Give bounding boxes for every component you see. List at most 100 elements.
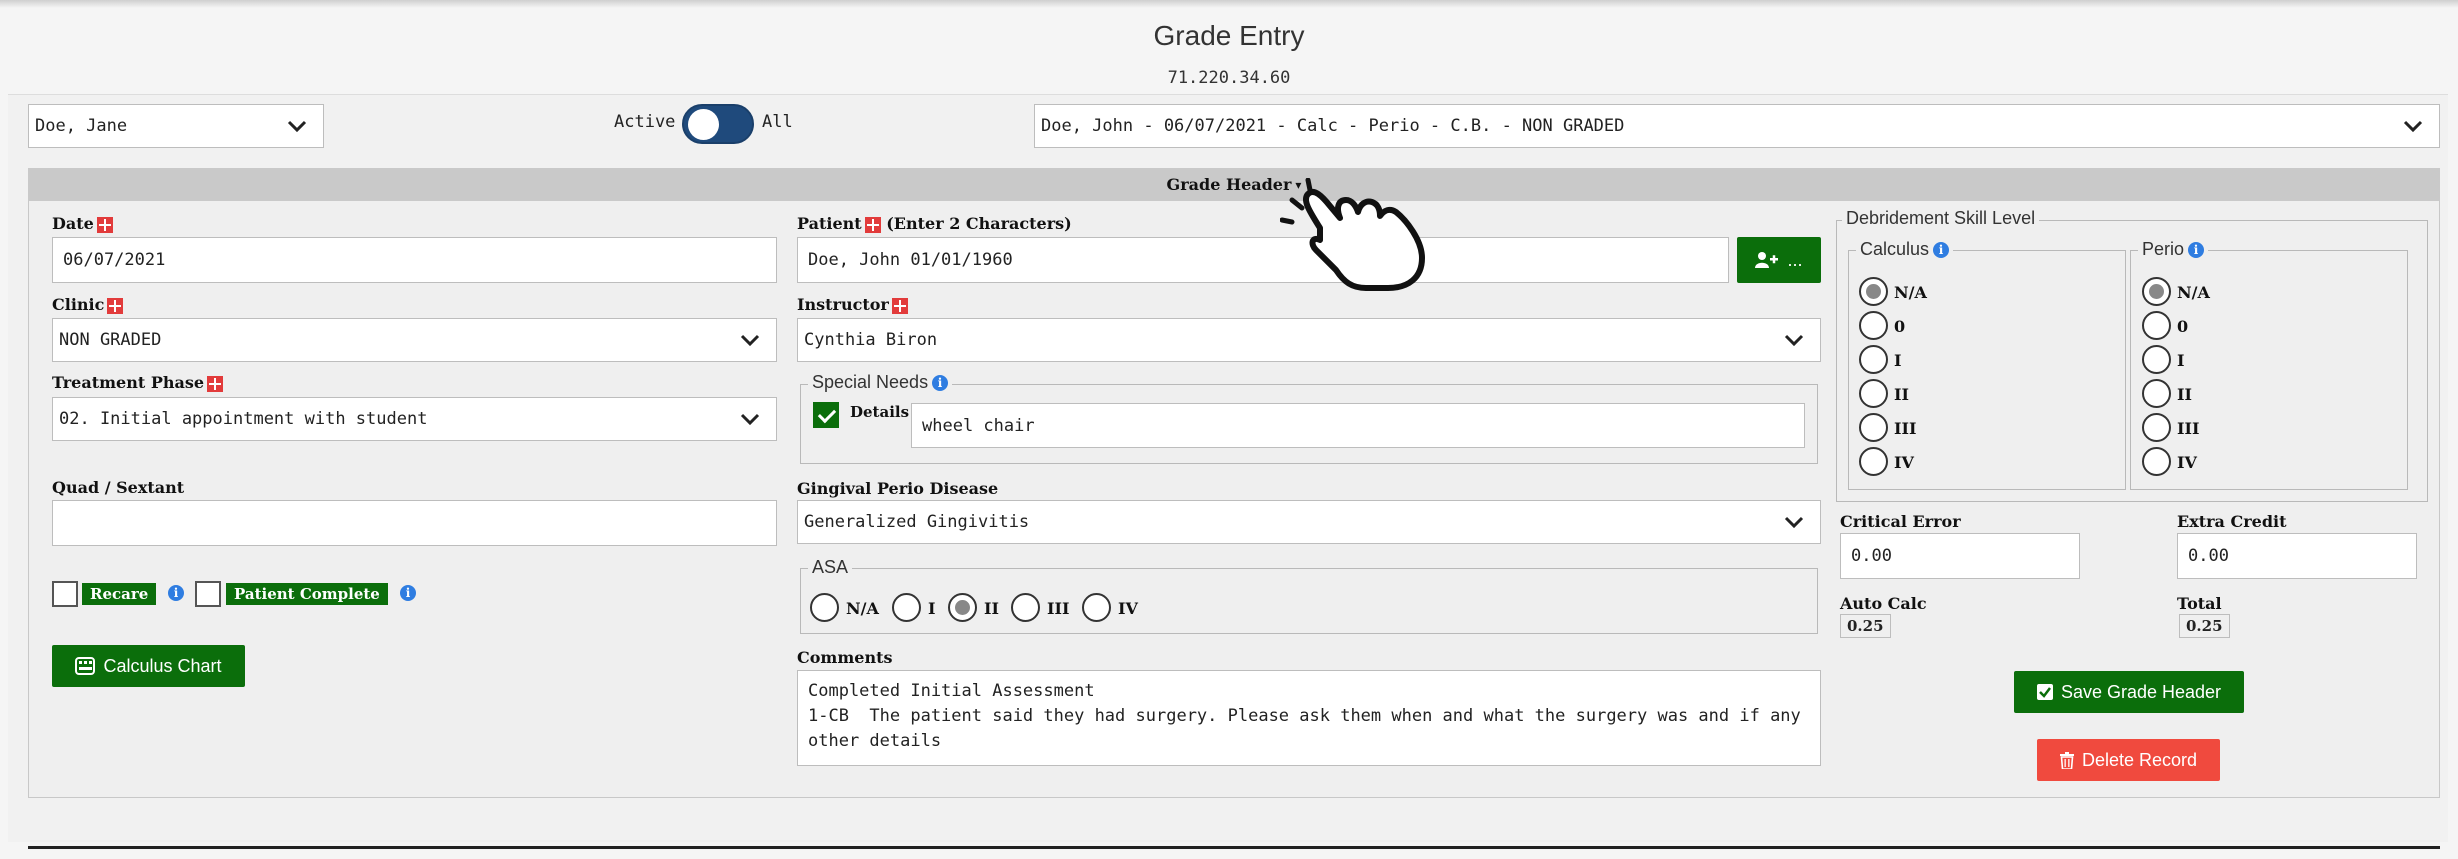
delete-record-button[interactable]: Delete Record bbox=[2037, 739, 2220, 781]
record-select[interactable]: Doe, John - 06/07/2021 - Calc - Perio - … bbox=[1034, 104, 2440, 148]
asa-label-iv: IV bbox=[1118, 599, 1138, 618]
details-checkbox[interactable] bbox=[813, 402, 839, 428]
comments-textarea[interactable] bbox=[797, 670, 1821, 766]
add-user-icon bbox=[1755, 252, 1779, 268]
required-icon bbox=[96, 216, 113, 233]
patient-input[interactable]: Doe, John 01/01/1960 bbox=[797, 237, 1729, 283]
recare-checkbox[interactable] bbox=[52, 581, 78, 607]
divider bbox=[28, 846, 2440, 849]
student-select-value: Doe, Jane bbox=[35, 116, 128, 136]
critical-error-label: Critical Error bbox=[1840, 512, 1961, 531]
save-grade-header-button[interactable]: Save Grade Header bbox=[2014, 671, 2244, 713]
perio-label-iii: III bbox=[2177, 419, 2200, 438]
perio-label-na: N/A bbox=[2177, 283, 2210, 302]
grade-header-title: Grade Header bbox=[1166, 175, 1292, 194]
asa-radio-ii[interactable] bbox=[948, 593, 977, 622]
perio-fieldset bbox=[2130, 250, 2408, 490]
toggle-knob bbox=[688, 109, 719, 140]
quad-sextant-label: Quad / Sextant bbox=[52, 478, 185, 497]
chevron-down-icon bbox=[1784, 334, 1804, 347]
treatment-phase-value: 02. Initial appointment with student bbox=[59, 409, 428, 429]
info-icon[interactable]: i bbox=[400, 585, 416, 601]
calculus-radio-i[interactable] bbox=[1859, 345, 1888, 374]
patient-label: Patient (Enter 2 Characters) bbox=[797, 214, 1072, 233]
calculus-label-iv: IV bbox=[1894, 453, 1914, 472]
info-icon[interactable]: i bbox=[932, 375, 949, 392]
calculus-radio-iv[interactable] bbox=[1859, 447, 1888, 476]
chevron-down-icon bbox=[1784, 516, 1804, 529]
required-icon bbox=[107, 297, 124, 314]
calculus-chart-button[interactable]: Calculus Chart bbox=[52, 645, 245, 687]
chevron-down-icon bbox=[2403, 120, 2423, 133]
calculus-radio-0[interactable] bbox=[1859, 311, 1888, 340]
save-grade-header-label: Save Grade Header bbox=[2060, 681, 2222, 702]
perio-radio-0[interactable] bbox=[2142, 311, 2171, 340]
auto-calc-value: 0.25 bbox=[1840, 614, 1891, 638]
calculus-legend: Calculus i bbox=[1856, 239, 1954, 260]
asa-label-i: I bbox=[928, 599, 936, 618]
total-value: 0.25 bbox=[2179, 614, 2230, 638]
gingival-select[interactable]: Generalized Gingivitis bbox=[797, 500, 1821, 544]
trash-icon bbox=[2059, 751, 2074, 769]
info-icon[interactable]: i bbox=[1933, 242, 1950, 259]
calculus-fieldset bbox=[1848, 250, 2126, 490]
toggle-active-label: Active bbox=[614, 112, 676, 132]
critical-error-input[interactable]: 0.00 bbox=[1840, 533, 2080, 579]
recare-label: Recare bbox=[82, 583, 157, 605]
asa-label-ii: II bbox=[984, 599, 999, 618]
calculus-chart-label: Calculus Chart bbox=[103, 655, 222, 676]
quad-sextant-input[interactable] bbox=[52, 500, 777, 546]
gingival-value: Generalized Gingivitis bbox=[804, 512, 1030, 532]
treatment-phase-select[interactable]: 02. Initial appointment with student bbox=[52, 397, 777, 441]
required-icon bbox=[864, 216, 881, 233]
perio-radio-iii[interactable] bbox=[2142, 413, 2171, 442]
calculus-radio-iii[interactable] bbox=[1859, 413, 1888, 442]
chevron-down-icon bbox=[740, 334, 760, 347]
asa-radio-iv[interactable] bbox=[1082, 593, 1111, 622]
perio-label-i: I bbox=[2177, 351, 2185, 370]
required-icon bbox=[207, 375, 224, 392]
info-icon[interactable]: i bbox=[168, 585, 184, 601]
special-needs-legend: Special Needs i bbox=[808, 372, 953, 393]
add-patient-button[interactable]: ... bbox=[1737, 237, 1821, 283]
page-title: Grade Entry bbox=[1153, 20, 1305, 51]
debridement-legend: Debridement Skill Level bbox=[1842, 208, 2040, 229]
gingival-label: Gingival Perio Disease bbox=[797, 479, 999, 498]
calculus-radio-ii[interactable] bbox=[1859, 379, 1888, 408]
hand-pointer-icon bbox=[1280, 178, 1425, 291]
required-icon bbox=[891, 297, 908, 314]
asa-radio-iii[interactable] bbox=[1011, 593, 1040, 622]
calculus-label-i: I bbox=[1894, 351, 1902, 370]
chevron-down-icon bbox=[740, 413, 760, 426]
perio-radio-iv[interactable] bbox=[2142, 447, 2171, 476]
asa-radio-i[interactable] bbox=[892, 593, 921, 622]
calculus-label-iii: III bbox=[1894, 419, 1917, 438]
extra-credit-input[interactable]: 0.00 bbox=[2177, 533, 2417, 579]
delete-record-label: Delete Record bbox=[2081, 749, 2198, 770]
date-input[interactable]: 06/07/2021 bbox=[52, 237, 777, 283]
comments-label: Comments bbox=[797, 648, 893, 667]
date-label: Date bbox=[52, 214, 113, 233]
active-all-toggle[interactable] bbox=[682, 104, 754, 144]
details-input[interactable]: wheel chair bbox=[911, 403, 1805, 448]
info-icon[interactable]: i bbox=[2188, 242, 2205, 259]
patient-complete-checkbox[interactable] bbox=[195, 581, 221, 607]
perio-label-ii: II bbox=[2177, 385, 2192, 404]
instructor-label: Instructor bbox=[797, 295, 908, 314]
perio-radio-i[interactable] bbox=[2142, 345, 2171, 374]
instructor-select[interactable]: Cynthia Biron bbox=[797, 318, 1821, 362]
details-label: Details bbox=[850, 403, 910, 421]
clinic-select[interactable]: NON GRADED bbox=[52, 318, 777, 362]
grade-header-bar[interactable]: Grade Header ▾ bbox=[28, 168, 2440, 201]
perio-radio-ii[interactable] bbox=[2142, 379, 2171, 408]
ip-address: 71.220.34.60 bbox=[1167, 68, 1291, 88]
check-square-icon bbox=[2036, 684, 2053, 700]
asa-legend: ASA bbox=[808, 557, 853, 578]
calculator-icon bbox=[75, 657, 96, 675]
student-select[interactable]: Doe, Jane bbox=[28, 104, 324, 148]
add-patient-label: ... bbox=[1787, 249, 1803, 270]
treatment-phase-label: Treatment Phase bbox=[52, 373, 224, 392]
perio-radio-na[interactable] bbox=[2142, 277, 2171, 306]
calculus-radio-na[interactable] bbox=[1859, 277, 1888, 306]
asa-radio-na[interactable] bbox=[810, 593, 839, 622]
